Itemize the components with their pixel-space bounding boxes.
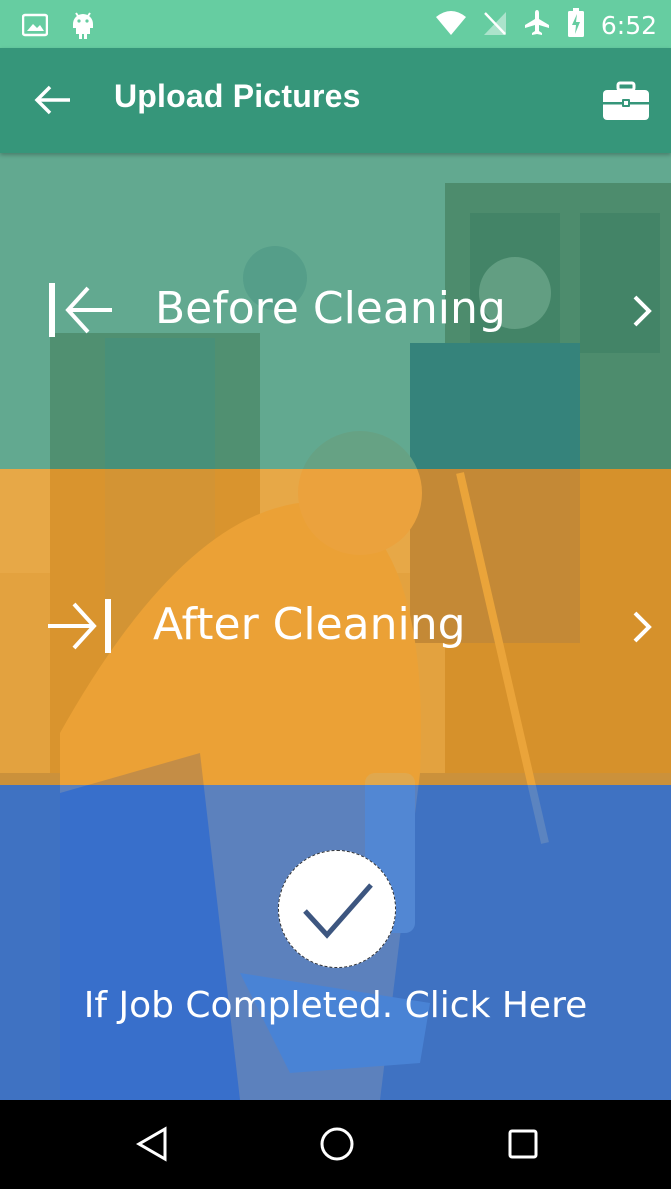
briefcase-button[interactable] [601,78,651,124]
no-signal-icon [483,10,507,40]
nav-home-button[interactable] [317,1124,357,1164]
app-bar: Upload Pictures [0,48,671,153]
job-completed-row[interactable]: If Job Completed. Click Here [0,785,671,1100]
arrow-left-icon [34,85,70,115]
back-button[interactable] [30,80,78,120]
chevron-right-icon [633,295,652,327]
wifi-icon [435,10,467,40]
before-cleaning-label: Before Cleaning [155,283,506,334]
arrow-to-right-bar-icon [48,599,111,653]
image-icon [21,13,49,41]
briefcase-icon [603,81,649,120]
android-icon [70,10,96,44]
after-cleaning-row[interactable]: After Cleaning [0,469,671,785]
chevron-right-icon [633,611,652,643]
before-cleaning-row[interactable]: Before Cleaning [0,153,671,469]
airplane-icon [523,9,551,41]
job-completed-button[interactable] [278,850,396,968]
home-circle-icon [320,1127,354,1161]
battery-charging-icon [567,8,585,42]
clock: 6:52 [600,10,657,40]
after-cleaning-label: After Cleaning [153,599,466,650]
arrow-to-left-bar-icon [49,283,112,337]
navigation-bar [0,1100,671,1189]
recents-square-icon [508,1129,538,1159]
job-completed-label: If Job Completed. Click Here [83,985,588,1026]
status-bar: 6:52 [0,0,671,48]
nav-recents-button[interactable] [503,1124,543,1164]
nav-back-button[interactable] [133,1124,173,1164]
page-title: Upload Pictures [114,78,361,114]
back-triangle-icon [135,1126,167,1162]
checkmark-icon [303,883,373,939]
